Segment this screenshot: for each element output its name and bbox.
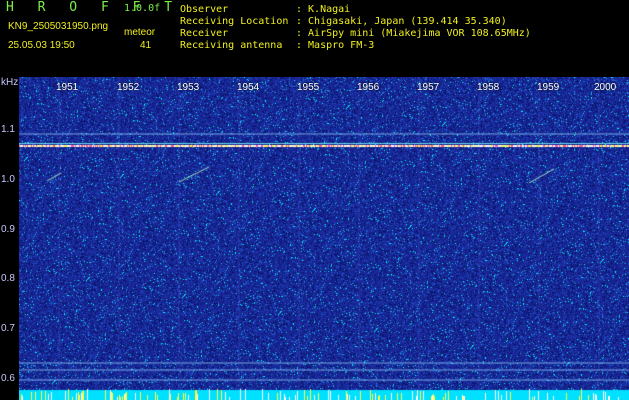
y-tick-0.6: 0.6 [1,373,15,384]
y-tick-1.0: 1.0 [1,174,15,185]
y-tick-0.7: 0.7 [1,323,15,334]
x-tick-1957: 1957 [417,82,440,93]
antenna-value: : Maspro FM-3 [296,40,375,51]
x-tick-1959: 1959 [537,82,560,93]
x-tick-1956: 1956 [357,82,380,93]
x-tick-1952: 1952 [117,82,140,93]
datetime-label: 25.05.03 19:50 [8,40,75,51]
x-tick-1958: 1958 [477,82,500,93]
y-tick-0.8: 0.8 [1,273,15,284]
waterfall-spectrogram [19,77,629,400]
observer-label: Observer [180,4,229,15]
header-panel: H R O F F T 1.0.0f KN9_2505031950.png 25… [0,0,629,76]
receiver-value: : AirSpy mini (Miakejima VOR 108.65MHz) [296,28,531,39]
x-tick-1951: 1951 [56,82,79,93]
location-value: : Chigasaki, Japan (139.414 35.340) [296,16,507,27]
y-tick-0.9: 0.9 [1,224,15,235]
y-axis: kHz 1.1 1.0 0.9 0.8 0.7 0.6 [0,77,19,400]
x-tick-1954: 1954 [237,82,260,93]
spectrogram-canvas [19,77,629,400]
y-tick-1.1: 1.1 [1,124,15,135]
receiver-label: Receiver [180,28,229,39]
meteor-label: meteor [124,27,156,38]
version-label: 1.0.0f [124,3,161,14]
x-tick-2000: 2000 [594,82,617,93]
observer-value: : K.Nagai [296,4,351,15]
location-label: Receiving Location [180,16,289,27]
x-tick-1953: 1953 [177,82,200,93]
meteor-count: 41 [140,40,152,51]
x-tick-1955: 1955 [297,82,320,93]
antenna-label: Receiving antenna [180,40,283,51]
y-axis-unit: kHz [1,77,19,88]
filename-label: KN9_2505031950.png [8,21,109,32]
